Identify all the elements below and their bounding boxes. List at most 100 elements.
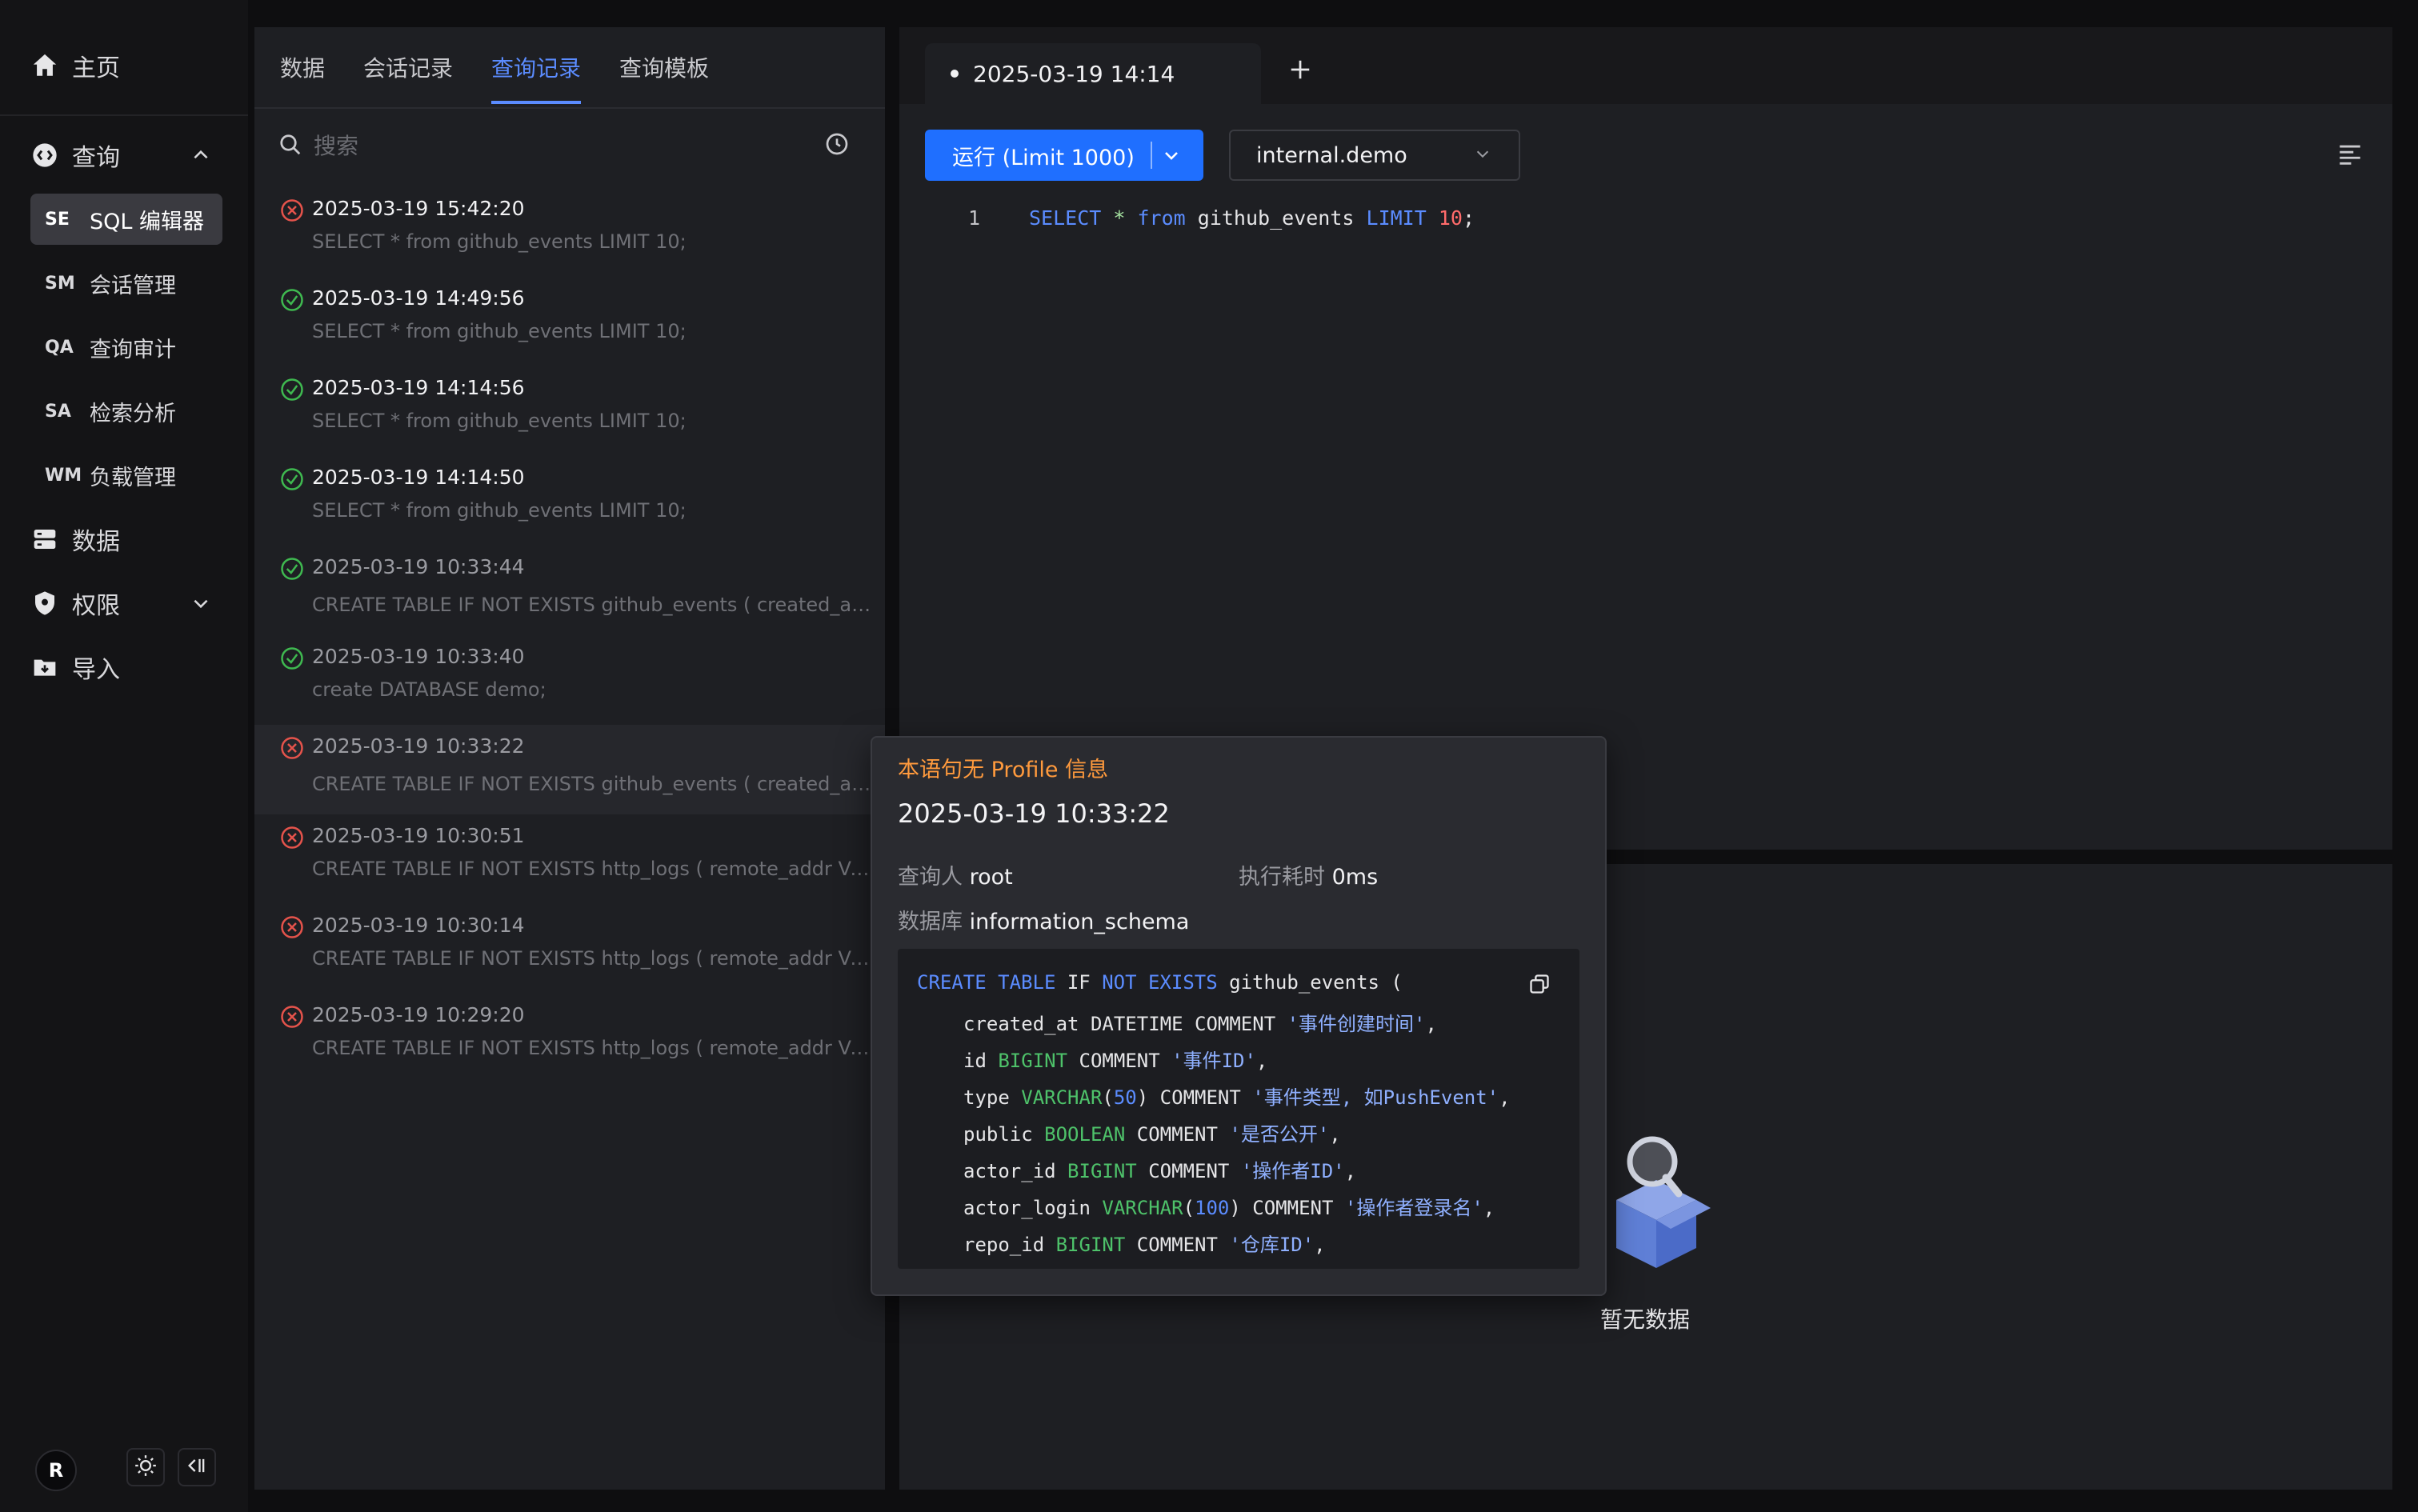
success-check-icon <box>280 557 304 581</box>
tab-query-records[interactable]: 查询记录 <box>491 51 581 83</box>
history-item[interactable]: 2025-03-19 10:33:22 CREATE TABLE IF NOT E… <box>254 725 885 814</box>
code-keyword: COMMENT <box>1195 1013 1276 1035</box>
theme-toggle-button[interactable] <box>126 1448 165 1486</box>
column-comment: '操作者登录名' <box>1344 1197 1483 1219</box>
run-options-chevron-icon[interactable] <box>1152 146 1191 165</box>
code-text: IF <box>1055 971 1103 994</box>
chevron-down-icon <box>1474 143 1491 168</box>
history-item-time: 2025-03-19 14:14:56 <box>312 376 525 399</box>
code-line: id BIGINT COMMENT '事件ID', <box>963 1050 1268 1072</box>
column-type: VARCHAR <box>1102 1197 1183 1219</box>
query-duration-value: 0ms <box>1331 865 1379 890</box>
history-item[interactable]: 2025-03-19 14:49:56 SELECT * from github_… <box>254 277 885 366</box>
success-check-icon <box>280 467 304 491</box>
history-item-time: 2025-03-19 14:49:56 <box>312 286 525 310</box>
code-table: github_events <box>1197 206 1355 230</box>
nav-permissions-label: 权限 <box>72 592 120 620</box>
history-item[interactable]: 2025-03-19 10:33:44 CREATE TABLE IF NOT E… <box>254 546 885 635</box>
sidebar-item-abbr: SM <box>45 273 75 294</box>
database-select-value: internal.demo <box>1256 142 1407 168</box>
history-item-sql: CREATE TABLE IF NOT EXISTS github_events… <box>312 594 872 616</box>
error-x-icon <box>280 198 304 222</box>
column-type: BIGINT <box>1067 1160 1137 1182</box>
query-database-label: 数据库 <box>898 910 963 934</box>
history-item-time: 2025-03-19 15:42:20 <box>312 197 525 220</box>
code-keyword: COMMENT <box>1252 1197 1334 1219</box>
code-text[interactable]: SELECT * from github_events LIMIT 10; <box>1029 206 1475 230</box>
history-item[interactable]: 2025-03-19 10:30:14 CREATE TABLE IF NOT E… <box>254 904 885 994</box>
history-item[interactable]: 2025-03-19 10:29:20 CREATE TABLE IF NOT E… <box>254 994 885 1083</box>
query-user-value: root <box>969 865 1013 890</box>
plus-icon <box>1291 60 1310 79</box>
tab-session-records[interactable]: 会话记录 <box>363 51 453 83</box>
sidebar-item-session-management[interactable]: SM 会话管理 <box>30 258 222 309</box>
collapse-sidebar-button[interactable] <box>178 1448 216 1486</box>
sidebar-item-abbr: QA <box>45 337 74 358</box>
chevron-up-icon <box>190 144 211 172</box>
avatar[interactable]: R <box>35 1450 77 1491</box>
history-clock-icon[interactable] <box>824 131 850 160</box>
sidebar-item-label: 会话管理 <box>90 273 176 298</box>
nav-home[interactable]: 主页 <box>30 40 222 91</box>
collapse-left-icon <box>186 1454 208 1480</box>
nav-import[interactable]: 导入 <box>30 642 222 693</box>
sidebar-item-search-analysis[interactable]: SA 检索分析 <box>30 386 222 437</box>
column-comment: '事件类型, 如PushEvent' <box>1252 1086 1499 1109</box>
sidebar-item-workload-management[interactable]: WM 负载管理 <box>30 450 222 501</box>
tab-query-templates[interactable]: 查询模板 <box>619 51 709 83</box>
database-icon <box>30 525 59 554</box>
nav-data[interactable]: 数据 <box>30 514 222 565</box>
editor-tab-bar: 2025-03-19 14:14 <box>899 27 2392 104</box>
sidebar-item-abbr: SA <box>45 401 71 422</box>
column-type: DATETIME <box>1090 1013 1183 1035</box>
history-item-sql: create DATABASE demo; <box>312 678 546 701</box>
run-button-label: 运行 (Limit 1000) <box>952 145 1135 170</box>
history-item-sql: CREATE TABLE IF NOT EXISTS http_logs ( r… <box>312 858 872 880</box>
profile-warning: 本语句无 Profile 信息 <box>898 758 1109 782</box>
line-number: 1 <box>968 206 981 230</box>
search-row <box>254 109 885 182</box>
column-type: BIGINT <box>998 1050 1068 1072</box>
shield-icon <box>30 589 59 618</box>
history-item[interactable]: 2025-03-19 14:14:56 SELECT * from github_… <box>254 366 885 456</box>
history-item-time: 2025-03-19 10:30:51 <box>312 824 525 847</box>
database-select[interactable]: internal.demo <box>1229 130 1520 181</box>
history-item[interactable]: 2025-03-19 10:30:51 CREATE TABLE IF NOT E… <box>254 814 885 904</box>
nav-permissions[interactable]: 权限 <box>30 578 222 629</box>
code-line: repo_id BIGINT COMMENT '仓库ID', <box>963 1234 1326 1256</box>
column-type: VARCHAR <box>1021 1086 1103 1109</box>
history-item-sql: SELECT * from github_events LIMIT 10; <box>312 499 687 522</box>
format-code-icon[interactable] <box>2336 141 2365 170</box>
search-input[interactable] <box>312 126 763 165</box>
history-item[interactable]: 2025-03-19 15:42:20 SELECT * from github_… <box>254 187 885 277</box>
sidebar-item-query-audit[interactable]: QA 查询审计 <box>30 322 222 373</box>
error-x-icon <box>280 736 304 760</box>
sql-code-block[interactable]: CREATE TABLE IF NOT EXISTS github_events… <box>898 949 1579 1269</box>
sidebar-item-sql-editor[interactable]: SE SQL 编辑器 <box>30 194 222 245</box>
nav-data-label: 数据 <box>72 528 120 556</box>
query-user: 查询人 root <box>898 859 1013 890</box>
code-keyword: COMMENT <box>1136 1123 1218 1146</box>
editor-tab[interactable]: 2025-03-19 14:14 <box>925 43 1261 104</box>
copy-icon[interactable] <box>1528 973 1552 997</box>
nav-query[interactable]: 查询 <box>30 130 222 181</box>
sidebar-item-abbr: SE <box>45 209 70 230</box>
run-button[interactable]: 运行 (Limit 1000) <box>925 130 1203 181</box>
history-item[interactable]: 2025-03-19 14:14:50 SELECT * from github_… <box>254 456 885 546</box>
chevron-down-icon <box>190 592 211 620</box>
code-star: * <box>1113 206 1126 230</box>
column-name: type <box>963 1086 1010 1109</box>
add-tab-button[interactable] <box>1280 51 1320 91</box>
history-item[interactable]: 2025-03-19 10:33:40 create DATABASE demo; <box>254 635 885 725</box>
column-name: actor_login <box>963 1197 1091 1219</box>
code-semicolon: ; <box>1462 206 1475 230</box>
tab-data[interactable]: 数据 <box>280 51 325 83</box>
column-name: public <box>963 1123 1033 1146</box>
history-item-time: 2025-03-19 10:29:20 <box>312 1003 525 1026</box>
column-name: id <box>963 1050 987 1072</box>
popover-timestamp: 2025-03-19 10:33:22 <box>898 798 1170 829</box>
code-line[interactable]: 1 SELECT * from github_events LIMIT 10; <box>899 202 2392 237</box>
nav-query-label: 查询 <box>72 144 120 172</box>
sidebar-item-label: 查询审计 <box>90 337 176 362</box>
history-item-time: 2025-03-19 10:33:44 <box>312 555 525 578</box>
